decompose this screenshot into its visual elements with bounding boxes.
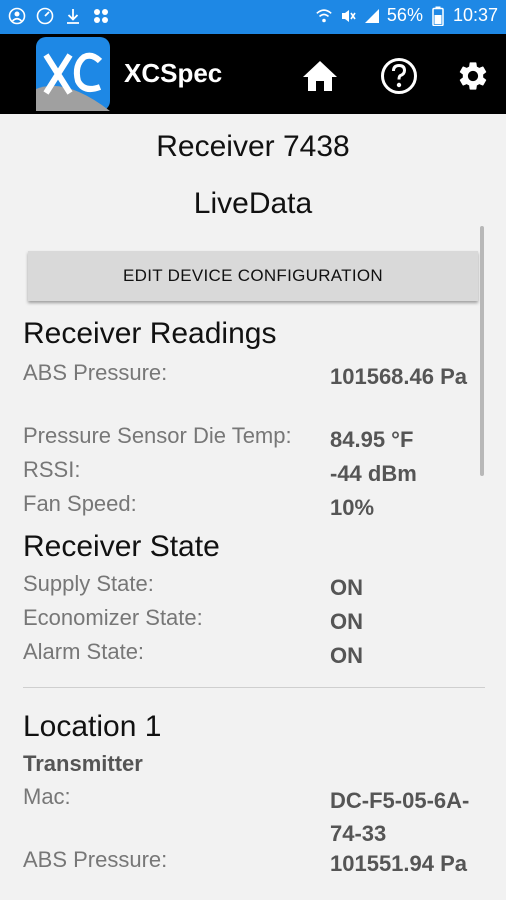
- reading-label: Fan Speed:: [23, 491, 137, 516]
- app-title: XCSpec: [124, 58, 223, 88]
- location-heading: Location 1: [23, 710, 162, 743]
- battery-icon: [429, 6, 447, 26]
- settings-icon: [459, 62, 487, 90]
- reading-label: Pressure Sensor Die Temp:: [23, 423, 292, 448]
- help-icon: [381, 58, 417, 94]
- state-label: Supply State:: [23, 571, 154, 596]
- battery-percent: 56%: [386, 5, 423, 25]
- reading-value: 101568.46 Pa: [330, 364, 468, 389]
- content-area[interactable]: Receiver 7438 LiveData EDIT DEVICE CONFI…: [0, 114, 506, 900]
- location-value: 101551.94 Pa: [330, 851, 468, 876]
- home-button[interactable]: [300, 56, 340, 96]
- state-value: ON: [330, 575, 363, 600]
- state-label: Economizer State:: [23, 605, 203, 630]
- state-label: Alarm State:: [23, 639, 145, 664]
- reading-label: ABS Pressure:: [23, 360, 168, 385]
- receiver-state-heading: Receiver State: [23, 530, 220, 563]
- reading-value: 84.95 °F: [330, 427, 414, 452]
- state-value: ON: [330, 609, 363, 634]
- reading-value: -44 dBm: [330, 461, 417, 486]
- settings-button[interactable]: [453, 56, 493, 96]
- app-bar: XCSpec: [0, 34, 506, 114]
- wifi-icon: [315, 7, 333, 25]
- scrollbar-thumb[interactable]: [480, 226, 484, 476]
- reading-value: 10%: [330, 495, 375, 520]
- clock-time: 10:37: [452, 5, 498, 25]
- device-title: Receiver 7438: [156, 130, 350, 163]
- home-icon: [303, 61, 337, 91]
- reading-label: RSSI:: [23, 457, 81, 482]
- account-circle-icon: [8, 7, 26, 25]
- state-value: ON: [330, 643, 363, 668]
- speedometer-icon: [36, 7, 54, 25]
- section-divider: [23, 687, 485, 688]
- mute-icon: [339, 7, 357, 25]
- signal-icon: [363, 7, 381, 25]
- location-label: ABS Pressure:: [23, 847, 168, 872]
- apps-icon: [92, 7, 110, 25]
- location-label: Mac:: [23, 784, 71, 809]
- location-value: DC-F5-05-6A-74-33: [330, 788, 470, 846]
- page-subtitle: LiveData: [193, 187, 313, 220]
- edit-device-configuration-button[interactable]: EDIT DEVICE CONFIGURATION: [28, 251, 478, 301]
- xcspec-logo: [36, 37, 110, 111]
- transmitter-subheading: Transmitter: [23, 751, 143, 776]
- help-button[interactable]: [379, 56, 419, 96]
- download-icon: [64, 7, 82, 25]
- status-bar: 56% 10:37: [0, 0, 506, 34]
- receiver-readings-heading: Receiver Readings: [23, 317, 277, 350]
